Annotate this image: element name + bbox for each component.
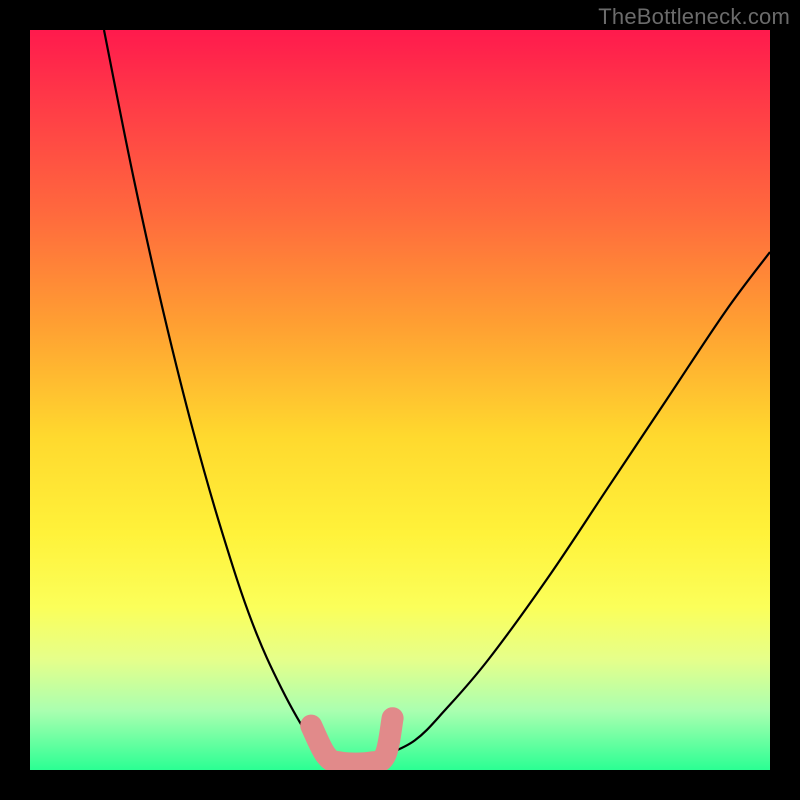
plot-area — [30, 30, 770, 770]
curves-svg — [30, 30, 770, 770]
right-curve — [385, 252, 770, 755]
left-curve — [104, 30, 326, 755]
optimal-range-band — [311, 718, 392, 763]
watermark-text: TheBottleneck.com — [598, 4, 790, 30]
chart-frame: TheBottleneck.com — [0, 0, 800, 800]
